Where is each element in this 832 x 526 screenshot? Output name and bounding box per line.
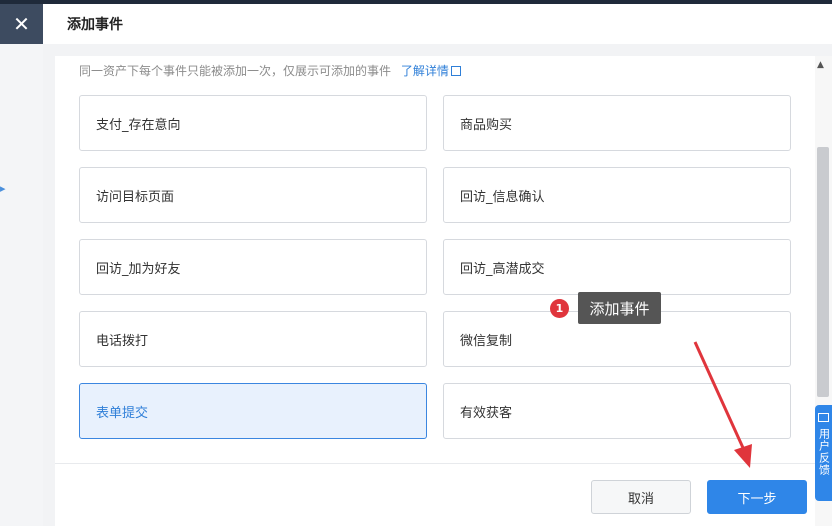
event-option[interactable]: 电话拨打 (79, 311, 427, 367)
event-option[interactable]: 访问目标页面 (79, 167, 427, 223)
event-option-grid: 支付_存在意向 商品购买 访问目标页面 回访_信息确认 回访_加为好友 回访_高… (79, 95, 791, 439)
learn-more-link[interactable]: 了解详情 (401, 64, 461, 78)
drawer-header: 添加事件 (43, 4, 832, 44)
event-option[interactable]: 回访_信息确认 (443, 167, 791, 223)
feedback-icon (818, 413, 829, 422)
background-left-panel: ▸ (0, 44, 44, 526)
event-option[interactable]: 回访_加为好友 (79, 239, 427, 295)
step-badge: 1 (550, 299, 569, 318)
event-option-selected[interactable]: 表单提交 (79, 383, 427, 439)
cancel-button[interactable]: 取消 (591, 480, 691, 514)
footer-divider (55, 463, 815, 464)
drawer-title: 添加事件 (67, 17, 123, 33)
scrollbar-thumb[interactable] (817, 147, 829, 397)
guide-tooltip: 添加事件 (578, 292, 661, 324)
scroll-up-icon[interactable]: ▲ (817, 60, 824, 70)
feedback-tab[interactable]: 用户反馈 (815, 405, 832, 501)
event-option[interactable]: 商品购买 (443, 95, 791, 151)
event-selection-card: 同一资产下每个事件只能被添加一次，仅展示可添加的事件 了解详情 支付_存在意向 … (55, 56, 815, 526)
external-link-icon (450, 66, 461, 76)
hint-text: 同一资产下每个事件只能被添加一次，仅展示可添加的事件 (79, 64, 392, 78)
event-option[interactable]: 有效获客 (443, 383, 791, 439)
close-button[interactable]: ✕ (0, 4, 43, 44)
feedback-label: 用户反馈 (817, 428, 831, 476)
event-option[interactable]: 支付_存在意向 (79, 95, 427, 151)
background-mark: ▸ (0, 182, 6, 195)
close-icon: ✕ (13, 12, 30, 36)
hint-row: 同一资产下每个事件只能被添加一次，仅展示可添加的事件 了解详情 (79, 62, 461, 79)
next-step-button[interactable]: 下一步 (707, 480, 807, 514)
event-option[interactable]: 回访_高潜成交 (443, 239, 791, 295)
